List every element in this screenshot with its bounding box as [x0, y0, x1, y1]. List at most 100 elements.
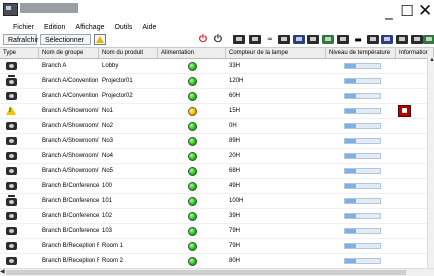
monitor-icon[interactable]: [381, 35, 393, 44]
product-name-cell: 102: [102, 213, 113, 219]
power-warning-icon: [188, 107, 197, 116]
message-icon[interactable]: [423, 35, 434, 44]
table-row[interactable]: Branch B/Conference F 101 100H: [0, 194, 434, 209]
av-mute-icon[interactable]: ∞: [264, 33, 276, 46]
input-computer1-icon[interactable]: [233, 35, 245, 44]
table-row[interactable]: Branch B/Conference F 103 79H: [0, 224, 434, 239]
projector-icon: [5, 136, 18, 146]
select-all-button[interactable]: Sélectionner tout: [40, 34, 91, 55]
power-on-icon: [188, 242, 197, 251]
freeze-icon[interactable]: ▬: [352, 33, 364, 46]
menu-aide[interactable]: Aide: [142, 24, 156, 31]
close-button[interactable]: ✕: [418, 0, 432, 22]
column-type[interactable]: Type: [0, 48, 39, 58]
menu-affichage[interactable]: Affichage: [75, 24, 104, 31]
group-name-cell: Branch A/Showroom/Sl: [42, 138, 99, 144]
input-svideo-icon[interactable]: [293, 35, 305, 44]
column-lamp-counter[interactable]: Compteur de la lampe: [226, 48, 326, 58]
power-off-icon[interactable]: ⏻: [212, 33, 224, 46]
menu-outils[interactable]: Outils: [114, 24, 132, 31]
table-row[interactable]: Branch B/Conference F 100 49H: [0, 179, 434, 194]
product-name-cell: Room 1: [102, 243, 124, 249]
power-on-icon: [188, 182, 197, 191]
power-on-icon[interactable]: ⏻: [197, 33, 209, 46]
group-name-cell: Branch B/Conference F: [42, 228, 99, 234]
temperature-fill: [345, 79, 356, 83]
temperature-fill: [345, 94, 356, 98]
table-row[interactable]: Branch B/Conference F 102 39H: [0, 209, 434, 224]
volume-down-icon[interactable]: [396, 35, 408, 44]
column-product-name[interactable]: Nom du produit: [99, 48, 158, 58]
table-row[interactable]: Branch A/Showroom/Sl No2 0H: [0, 119, 434, 134]
power-on-icon: [188, 92, 197, 101]
power-on-icon: [188, 122, 197, 131]
temperature-fill: [345, 244, 356, 248]
group-name-cell: Branch A: [42, 63, 67, 69]
input-hdmi-icon[interactable]: [307, 35, 319, 44]
table-row[interactable]: Branch A Lobby 33H: [0, 59, 434, 74]
projector-table: Type Nom de groupe Nom du produit Alimen…: [0, 47, 434, 276]
info-alert-icon[interactable]: [398, 105, 411, 117]
temperature-fill: [345, 199, 356, 203]
group-name-cell: Branch B/Conference F: [42, 213, 99, 219]
column-temperature[interactable]: Niveau de température: [326, 48, 396, 58]
group-name-cell: Branch A/Showroom/Sl: [42, 123, 99, 129]
table-row[interactable]: Branch A/Showroom/Sl No4 20H: [0, 149, 434, 164]
input-usb-icon[interactable]: [337, 35, 349, 44]
table-row[interactable]: Branch B/Reception Rc Room 2 80H: [0, 254, 434, 269]
product-name-cell: Projector01: [102, 78, 133, 84]
table-row[interactable]: Branch A/Convention H Projector01 120H: [0, 74, 434, 89]
group-name-cell: Branch B/Reception Rc: [42, 243, 99, 249]
projector-icon: [5, 256, 18, 266]
product-name-cell: 100: [102, 183, 113, 189]
lamp-counter-cell: 20H: [229, 153, 241, 159]
temperature-bar: [344, 213, 381, 219]
table-row[interactable]: ! Branch A/Showroom/Sl No1 15H: [0, 104, 434, 119]
group-name-cell: Branch B/Conference F: [42, 183, 99, 189]
input-network-icon[interactable]: [322, 35, 334, 44]
table-row[interactable]: Branch A/Convention H Projector02 60H: [0, 89, 434, 104]
horizontal-scroll-thumb[interactable]: [6, 270, 406, 275]
ceiling-projector-icon: [5, 195, 18, 206]
power-on-icon: [188, 197, 197, 206]
menu-edition[interactable]: Edition: [44, 24, 65, 31]
temperature-fill: [345, 229, 356, 233]
temperature-fill: [345, 139, 356, 143]
lamp-counter-cell: 60H: [229, 93, 241, 99]
projector-icon: [5, 166, 18, 176]
product-name-cell: Projector02: [102, 93, 133, 99]
table-row[interactable]: Branch A/Showroom/Sl No5 68H: [0, 164, 434, 179]
table-row[interactable]: Branch A/Showroom/Sl No3 89H: [0, 134, 434, 149]
scroll-up-icon[interactable]: ▲: [429, 57, 434, 64]
warning-filter-button[interactable]: [94, 34, 106, 45]
table-row[interactable]: Branch B/Reception Rc Room 1 79H: [0, 239, 434, 254]
refresh-button[interactable]: Rafraîchir: [3, 34, 38, 45]
temperature-bar: [344, 123, 381, 129]
volume-up-icon[interactable]: [411, 35, 423, 44]
title-bar: _ ☐ ✕: [0, 0, 434, 22]
table-header: Type Nom de groupe Nom du produit Alimen…: [0, 48, 434, 59]
group-name-cell: Branch A/Showroom/Sl: [42, 168, 99, 174]
maximize-button[interactable]: ☐: [400, 0, 414, 22]
input-video-icon[interactable]: [278, 35, 290, 44]
column-power[interactable]: Alimentation: [158, 48, 226, 58]
column-group-name[interactable]: Nom de groupe: [39, 48, 99, 58]
temperature-bar: [344, 63, 381, 69]
minimize-button[interactable]: _: [382, 0, 396, 22]
group-name-cell: Branch A/Convention H: [42, 78, 99, 84]
input-computer2-icon[interactable]: [249, 35, 261, 44]
projector-settings-icon[interactable]: [367, 35, 379, 44]
temperature-bar: [344, 138, 381, 144]
group-name-cell: Branch A/Convention H: [42, 93, 99, 99]
ceiling-projector-icon: [5, 75, 18, 86]
temperature-fill: [345, 169, 356, 173]
lamp-counter-cell: 80H: [229, 258, 241, 264]
group-name-cell: Branch A/Showroom/Sl: [42, 153, 99, 159]
temperature-bar: [344, 228, 381, 234]
vertical-scrollbar[interactable]: ▲: [427, 57, 434, 269]
projector-icon: [5, 151, 18, 161]
lamp-counter-cell: 79H: [229, 243, 241, 249]
lamp-counter-cell: 89H: [229, 138, 241, 144]
lamp-counter-cell: 0H: [229, 123, 237, 129]
menu-fichier[interactable]: Fichier: [13, 24, 34, 31]
